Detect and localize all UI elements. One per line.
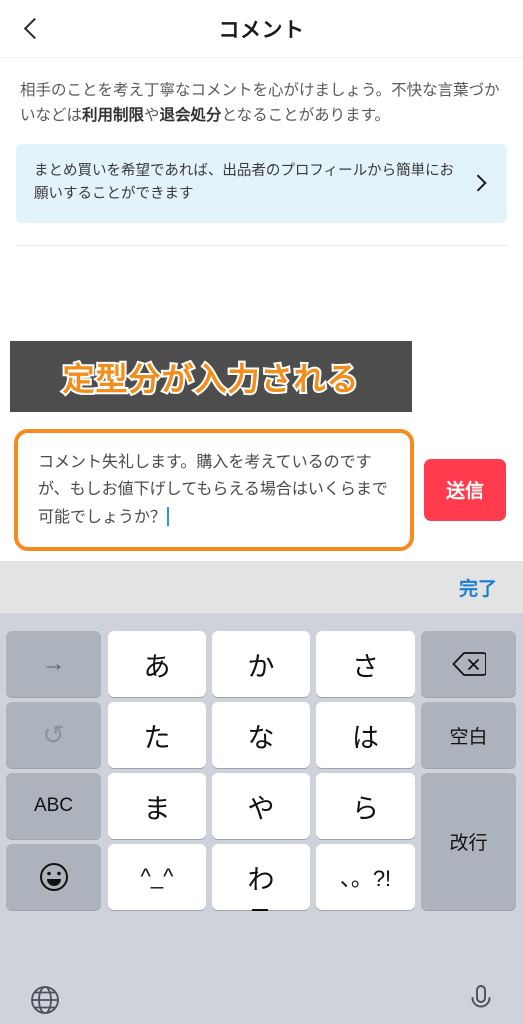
key-punct[interactable]: 、。?!: [316, 844, 415, 910]
keyboard-keys: → あ か さ ↺ た な は 空白 ABC ま や ら 改行 ^_^ わ 、。…: [0, 614, 523, 1024]
comment-input[interactable]: コメント失礼します。購入を考えているのですが、もしお値下げしてもらえる場合はいく…: [14, 428, 414, 551]
backspace-icon: [451, 652, 486, 676]
key-ya[interactable]: や: [212, 773, 310, 839]
key-ta[interactable]: た: [108, 702, 206, 768]
space-key[interactable]: 空白: [421, 702, 516, 768]
text-caret: [167, 506, 170, 526]
microphone-icon[interactable]: [469, 984, 493, 1016]
return-key[interactable]: 改行: [421, 773, 516, 910]
notice-bold-usage-restriction: 利用制限: [82, 107, 145, 125]
keyboard-bottom-bar: [0, 976, 523, 1024]
delete-key[interactable]: [421, 631, 516, 697]
comment-screen: コメント 相手のことを考え丁寧なコメントを心がけましょう。不快な言葉づかいなどは…: [0, 0, 523, 1024]
notice-text-part3: となることがあります。: [221, 107, 391, 125]
key-kaomoji[interactable]: ^_^: [108, 844, 206, 910]
app-header: コメント: [0, 0, 523, 58]
notice-text-part2: や: [144, 107, 160, 125]
section-divider: [16, 244, 507, 246]
software-keyboard: 完了 → あ か さ ↺ た な は 空白 ABC ま や ら 改行 ^_^ わ…: [0, 561, 523, 1024]
banner-text: まとめ買いを希望であれば、出品者のプロフィールから簡単にお願いすることができます: [34, 163, 455, 203]
undo-key[interactable]: ↺: [6, 702, 101, 768]
abc-key[interactable]: ABC: [6, 773, 101, 839]
key-ma[interactable]: ま: [108, 773, 206, 839]
key-sa[interactable]: さ: [316, 631, 415, 697]
page-title: コメント: [218, 18, 305, 42]
back-button[interactable]: [8, 0, 60, 57]
compose-bar: コメント失礼します。購入を考えているのですが、もしお値下げしてもらえる場合はいく…: [0, 418, 523, 561]
chevron-right-icon: [469, 174, 487, 192]
key-wa-label: わ: [248, 858, 275, 911]
keyboard-done-button[interactable]: 完了: [459, 574, 497, 601]
key-ra[interactable]: ら: [316, 773, 415, 839]
annotation-label: 定型分が入力される: [60, 359, 360, 399]
emoji-key[interactable]: [6, 844, 101, 910]
key-wa[interactable]: わ: [212, 844, 310, 911]
next-candidate-key[interactable]: →: [6, 631, 101, 697]
key-na[interactable]: な: [212, 702, 310, 768]
key-ka[interactable]: か: [212, 631, 310, 697]
annotation-overlay: 定型分が入力される: [10, 341, 412, 412]
bulk-purchase-banner[interactable]: まとめ買いを希望であれば、出品者のプロフィールから簡単にお願いすることができます: [16, 144, 507, 223]
chevron-left-icon: [23, 17, 45, 40]
guideline-notice: 相手のことを考え丁寧なコメントを心がけましょう。不快な言葉づかいなどは利用制限や…: [0, 58, 523, 128]
keyboard-toolbar: 完了: [0, 561, 523, 614]
globe-icon[interactable]: [30, 985, 60, 1015]
smiley-icon: [39, 863, 68, 891]
bulk-purchase-banner-wrapper: まとめ買いを希望であれば、出品者のプロフィールから簡単にお願いすることができます: [0, 128, 523, 246]
key-a[interactable]: あ: [108, 631, 206, 697]
key-ha[interactable]: は: [316, 702, 415, 768]
send-button[interactable]: 送信: [424, 458, 506, 521]
comment-input-value: コメント失礼します。購入を考えているのですが、もしお値下げしてもらえる場合はいく…: [38, 453, 388, 526]
undo-icon: ↺: [42, 719, 65, 750]
arrow-right-icon: →: [41, 650, 66, 677]
underscore-mark: [251, 908, 268, 911]
notice-bold-withdrawal: 退会処分: [159, 107, 222, 125]
